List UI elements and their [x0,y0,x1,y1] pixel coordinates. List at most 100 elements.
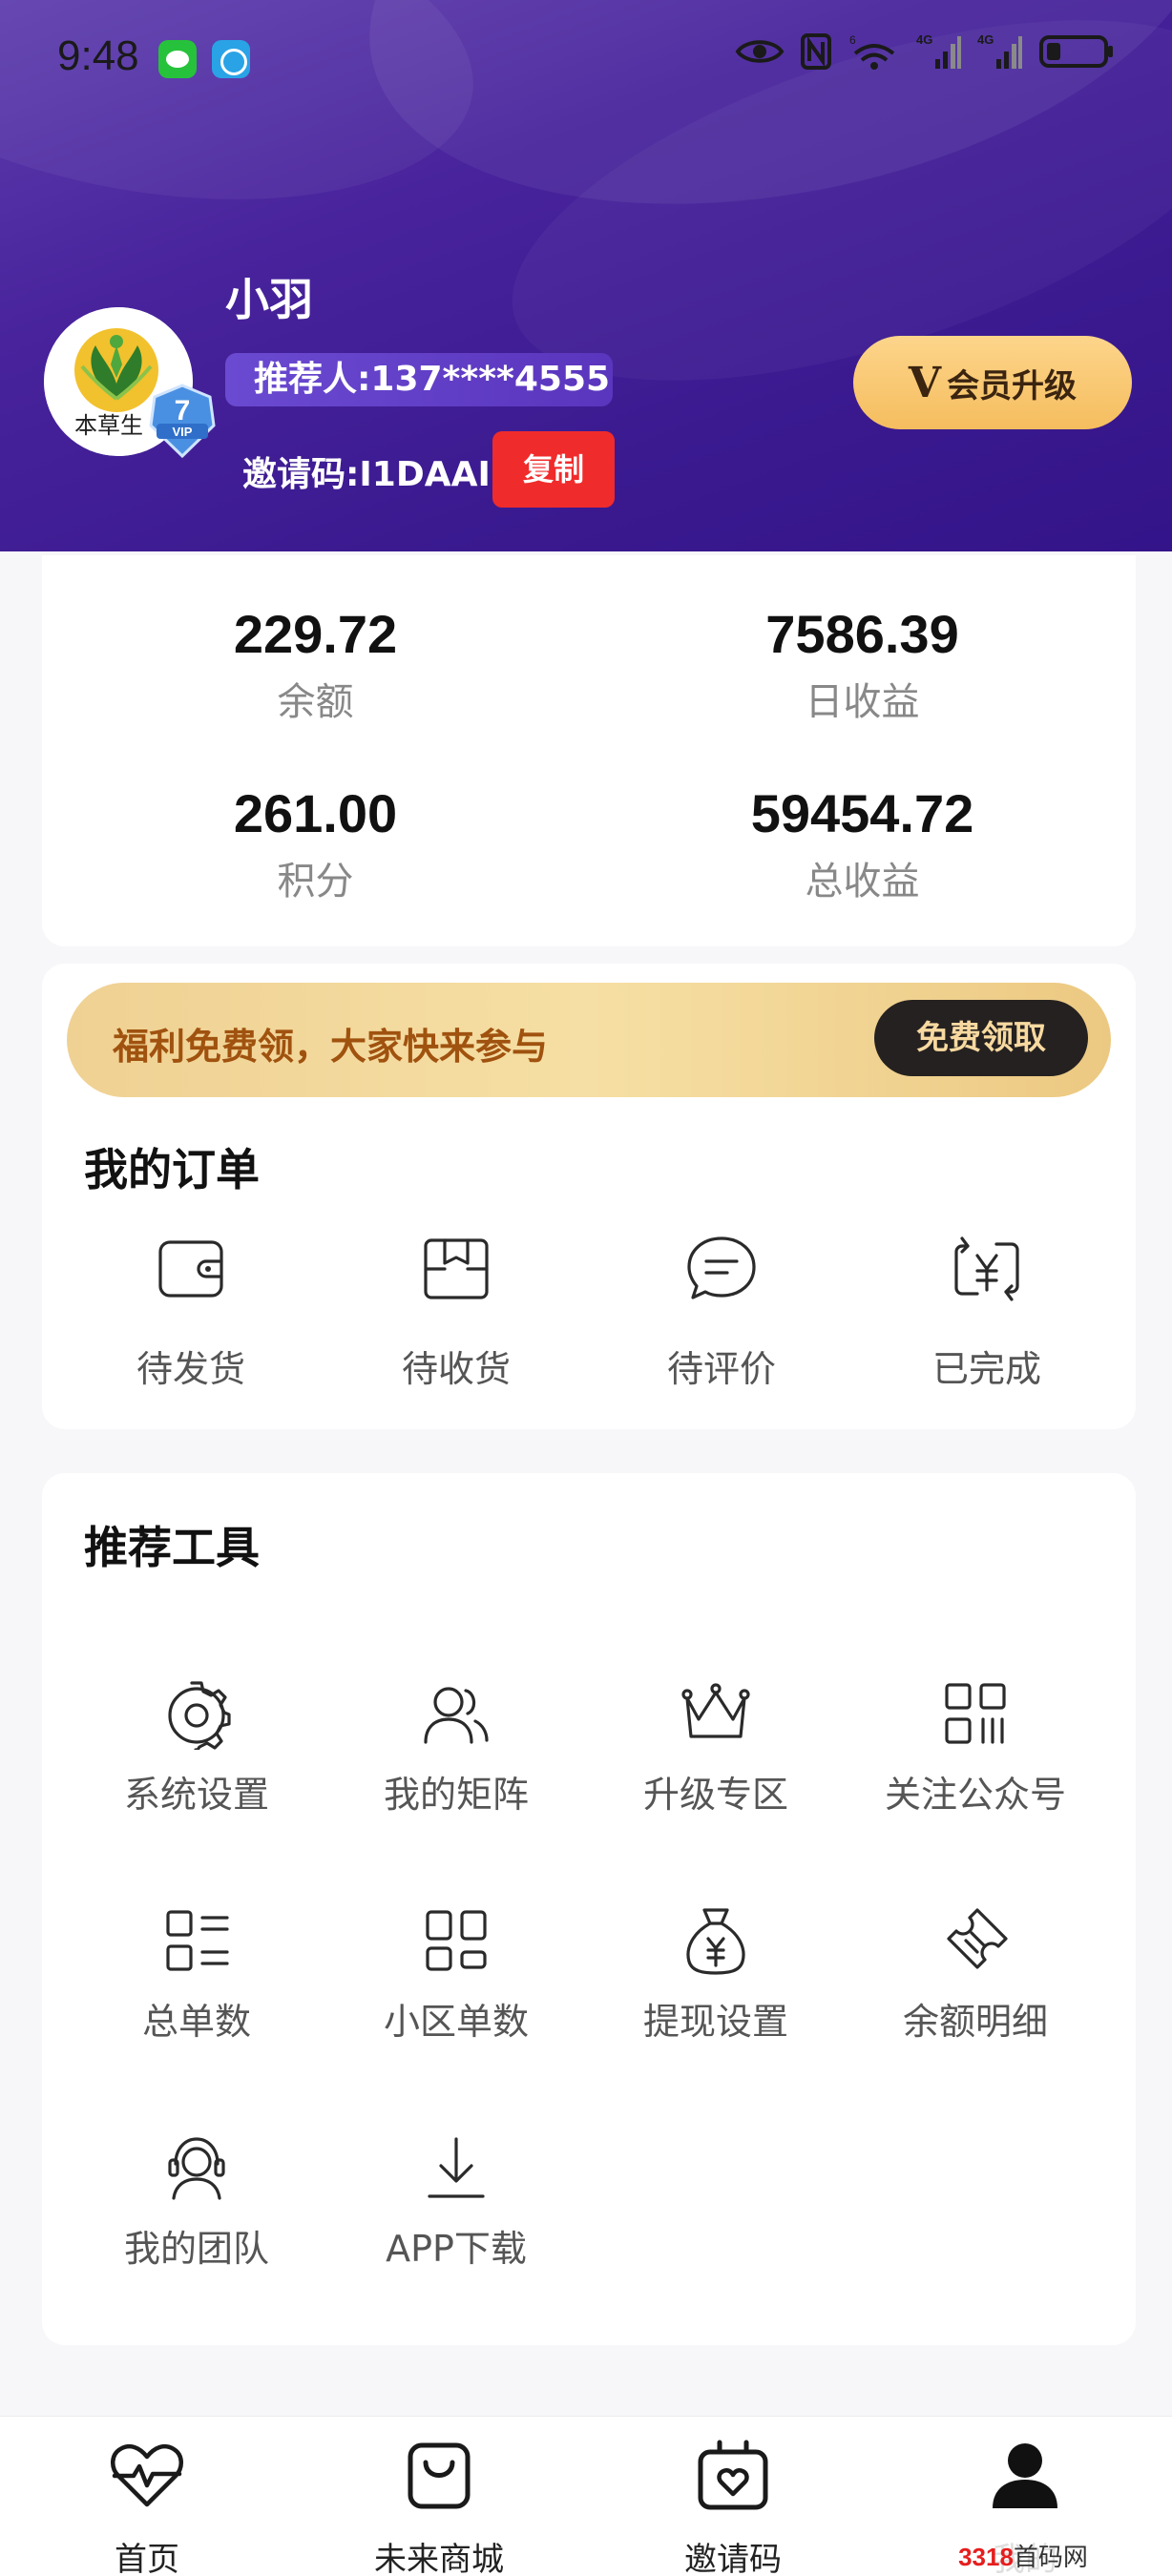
stat-daily-income[interactable]: 7586.39 日收益 [589,603,1136,726]
referrer-badge: 推荐人:137****4555 [225,353,613,406]
shopping-bag-icon [408,2442,471,2509]
tool-my-matrix[interactable]: 我的矩阵 [326,1675,586,1818]
order-to-review[interactable]: 待评价 [588,1231,855,1392]
package-icon [424,1238,489,1299]
tool-total-orders[interactable]: 总单数 [67,1902,326,2045]
tool-label: APP下载 [386,2228,527,2270]
tool-label: 升级专区 [642,1774,788,1816]
stat-label: 积分 [277,860,354,904]
tool-my-team[interactable]: 我的团队 [67,2129,326,2272]
tool-label: 我的团队 [123,2228,269,2270]
status-bar: 9:48 6 4G 4G [0,0,1172,114]
tools-title: 推荐工具 [84,1522,260,1573]
stat-total-income[interactable]: 59454.72 总收益 [589,782,1136,905]
username: 小羽 [225,274,313,325]
eye-icon [735,40,785,63]
promo-banner[interactable]: 福利免费领，大家快来参与 免费领取 [67,983,1111,1097]
tool-label: 总单数 [141,2001,251,2043]
order-to-ship[interactable]: 待发货 [57,1231,324,1392]
stat-label: 余额 [277,680,354,724]
profile-header: 9:48 6 4G 4G 本草生 7 VIP 小羽 推荐人:137****455… [0,0,1172,551]
order-completed[interactable]: 已完成 [853,1231,1120,1392]
tools-card: 推荐工具 系统设置 我的矩阵 升级专区 关注公众号 总单数 小区单数 提现设置 … [42,1473,1136,2345]
tool-label: 提现设置 [642,2001,788,2043]
stat-value: 261.00 [233,783,398,843]
orders-card: 福利免费领，大家快来参与 免费领取 我的订单 待发货 待收货 待评价 已完成 [42,964,1136,1429]
browser-notification-icon [212,40,250,78]
tool-label: 关注公众号 [884,1774,1066,1816]
watermark-prefix: 3318 [958,2543,1014,2571]
tool-label: 余额明细 [902,2001,1048,2043]
stat-value: 7586.39 [765,604,959,664]
v-icon: V [908,358,942,407]
status-time: 9:48 [57,32,139,79]
nav-invite-code[interactable]: 邀请码 [618,2438,848,2576]
crown-icon [681,1683,750,1738]
stat-balance[interactable]: 229.72 余额 [42,603,589,726]
invite-code: 邀请码:I1DAAI [242,455,491,494]
money-bag-icon [686,1908,745,1975]
signal-4g-label: 4G [977,32,994,47]
order-label: 已完成 [931,1348,1041,1390]
nav-label: 首页 [115,2541,179,2576]
grid-icon [426,1910,487,1971]
nfc-icon [801,33,831,70]
order-label: 待评价 [666,1348,776,1390]
gift-card-icon [698,2440,768,2510]
gear-icon [168,1681,231,1750]
ticket-icon [947,1908,1008,1969]
stats-card: 229.72 余额 7586.39 日收益 261.00 积分 59454.72… [42,555,1136,946]
list-icon [166,1910,229,1971]
watermark: 3318首码网www.e3318.com [874,2538,1172,2576]
yuan-exchange-icon [954,1236,1019,1301]
stat-label: 总收益 [805,860,920,904]
tool-label: 我的矩阵 [383,1774,529,1816]
vip-text: VIP [173,425,193,439]
wifi-6-label: 6 [849,33,856,47]
signal-icon: 4G [977,32,1022,69]
orders-title: 我的订单 [84,1144,260,1195]
free-claim-button[interactable]: 免费领取 [874,1000,1088,1076]
stat-points[interactable]: 261.00 积分 [42,782,589,905]
tool-app-download[interactable]: APP下载 [326,2129,586,2272]
headset-icon [168,2137,225,2200]
vip-level: 7 [175,395,191,426]
order-label: 待收货 [401,1348,511,1390]
wechat-notification-icon [158,40,197,78]
tool-label: 小区单数 [383,2001,529,2043]
member-upgrade-button[interactable]: V 会员升级 [853,336,1132,429]
nav-home[interactable]: 首页 [32,2438,262,2576]
stat-label: 日收益 [805,680,920,724]
stat-value: 229.72 [233,604,398,664]
users-icon [424,1687,489,1744]
heart-pulse-icon [111,2444,183,2507]
nav-label: 未来商城 [374,2541,504,2576]
tool-follow-account[interactable]: 关注公众号 [846,1675,1105,1818]
vip-badge-icon: 7 VIP [149,384,216,459]
tool-withdraw-settings[interactable]: 提现设置 [586,1902,846,2045]
download-icon [428,2137,485,2198]
wifi-icon: 6 [849,33,895,70]
signal-4g-label: 4G [916,32,932,47]
tool-balance-details[interactable]: 余额明细 [846,1902,1105,2045]
chat-icon [687,1236,756,1299]
qr-code-icon [945,1683,1006,1744]
logo-text: 本草生 [74,412,143,439]
order-to-receive[interactable]: 待收货 [323,1231,590,1392]
tool-district-orders[interactable]: 小区单数 [326,1902,586,2045]
wallet-icon [158,1240,223,1298]
nav-label: 邀请码 [684,2541,782,2576]
member-upgrade-label: 会员升级 [947,366,1078,405]
tool-upgrade-zone[interactable]: 升级专区 [586,1675,846,1818]
copy-button[interactable]: 复制 [492,431,615,508]
status-icons: 6 4G 4G [735,32,1115,71]
tool-system-settings[interactable]: 系统设置 [67,1675,326,1818]
person-icon [993,2443,1057,2508]
signal-icon: 4G [916,32,961,69]
promo-text: 福利免费领，大家快来参与 [113,1026,549,1068]
stat-value: 59454.72 [750,783,974,843]
tool-label: 系统设置 [123,1774,269,1816]
battery-icon [1039,35,1113,68]
nav-mall[interactable]: 未来商城 [324,2438,554,2576]
order-label: 待发货 [136,1348,245,1390]
